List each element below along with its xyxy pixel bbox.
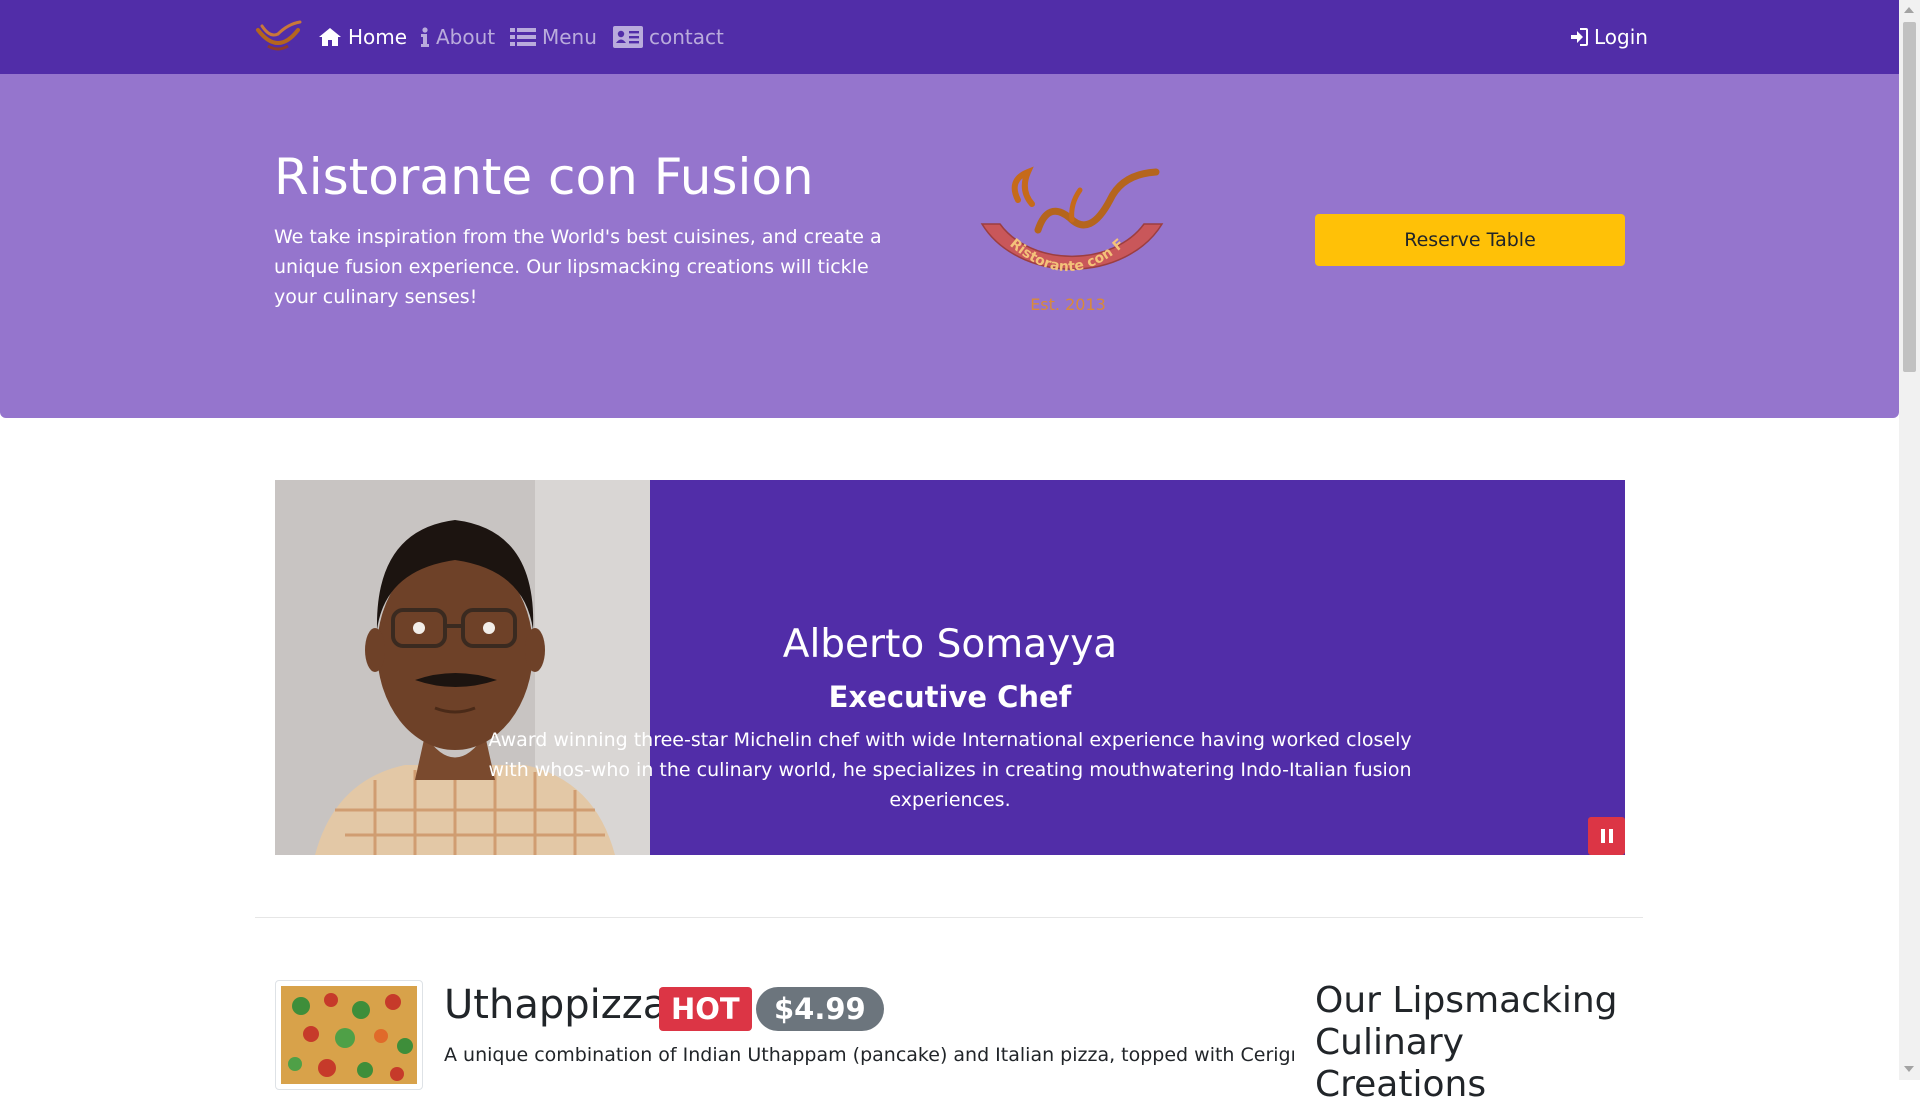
nav-about[interactable]: About [420, 0, 495, 74]
restaurant-logo: Ristorante con Fusion Est. 2013 [955, 148, 1180, 320]
hero-text: We take inspiration from the World's bes… [274, 226, 882, 308]
chef-description: Award winning three-star Michelin chef w… [488, 729, 1412, 811]
nav-about-label: About [436, 25, 496, 49]
info-icon [420, 27, 430, 47]
brand-logo-icon[interactable] [254, 16, 302, 58]
chef-role: Executive Chef [828, 680, 1072, 714]
pause-icon [1600, 828, 1614, 844]
carousel-pause-button[interactable] [1588, 817, 1625, 855]
chef-name: Alberto Somayya [782, 622, 1118, 667]
scrollbar-thumb[interactable] [1903, 22, 1916, 372]
nav-menu-label: Menu [542, 25, 597, 49]
scroll-up-icon[interactable] [1904, 7, 1914, 13]
dish-description: A unique combination of Indian Uthappam … [444, 1044, 1294, 1066]
price-badge: $4.99 [756, 987, 884, 1031]
home-icon [318, 27, 342, 47]
nav-home-label: Home [348, 25, 408, 49]
nav-contact[interactable]: contact [613, 0, 724, 74]
login-label: Login [1594, 25, 1648, 49]
reserve-table-button[interactable]: Reserve Table [1315, 214, 1625, 266]
dish-thumbnail[interactable] [275, 980, 423, 1090]
address-card-icon [613, 26, 643, 48]
nav-menu[interactable]: Menu [510, 0, 597, 74]
dish-name: Uthappizza [444, 982, 668, 1028]
section-divider [255, 917, 1643, 918]
navbar: Home About Menu contact Login [0, 0, 1899, 74]
nav-contact-label: contact [649, 25, 724, 49]
hot-badge: HOT [659, 987, 752, 1031]
side-heading: Our Lipsmacking Culinary Creations [1315, 980, 1618, 1105]
nav-home[interactable]: Home [318, 0, 407, 74]
leader-carousel[interactable]: Alberto Somayya Executive Chef Award win… [275, 480, 1625, 855]
logo-est-text: Est. 2013 [1030, 295, 1106, 314]
scroll-down-icon[interactable] [1904, 1066, 1914, 1072]
list-icon [510, 27, 536, 47]
sign-in-icon [1570, 28, 1588, 46]
hero-title: Ristorante con Fusion [274, 148, 814, 206]
login-link[interactable]: Login [1570, 0, 1648, 74]
page-scrollbar[interactable] [1899, 0, 1920, 1080]
